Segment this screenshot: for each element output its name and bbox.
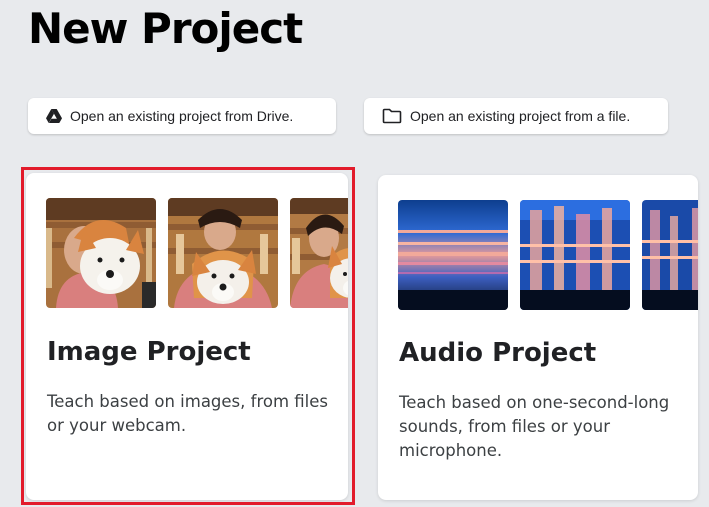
google-drive-icon [46,108,62,123]
audio-project-title: Audio Project [399,338,597,368]
thumbnail-spectrogram [642,200,698,310]
image-thumbnails [46,198,348,308]
audio-thumbnails [398,200,698,310]
image-project-title: Image Project [47,337,251,367]
thumbnail-spectrogram [520,200,630,310]
image-project-description: Teach based on images, from files or you… [47,392,329,435]
folder-icon [382,108,402,124]
thumbnail-photo [290,198,348,308]
thumbnail-photo [168,198,278,308]
open-from-file-button[interactable]: Open an existing project from a file. [364,98,668,134]
audio-project-card[interactable]: Audio Project Teach based on one-second-… [378,175,698,500]
audio-project-description: Teach based on one-second-long sounds, f… [399,393,670,460]
open-from-drive-button[interactable]: Open an existing project from Drive. [28,98,336,134]
open-from-drive-label: Open an existing project from Drive. [70,108,294,124]
thumbnail-spectrogram [398,200,508,310]
page-title: New Project [28,4,303,53]
open-from-file-label: Open an existing project from a file. [410,108,631,124]
thumbnail-photo [46,198,156,308]
image-project-card[interactable]: Image Project Teach based on images, fro… [26,173,348,500]
